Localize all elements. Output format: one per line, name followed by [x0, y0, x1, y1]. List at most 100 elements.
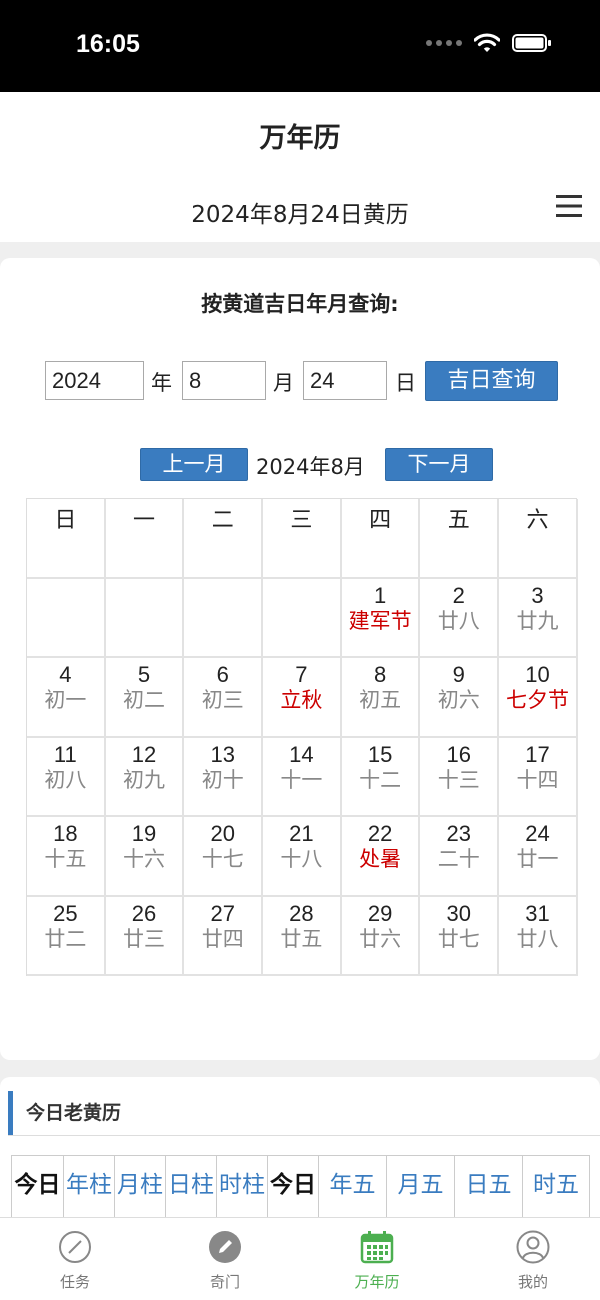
- day-cell[interactable]: 27 廿四: [184, 896, 264, 976]
- day-cell[interactable]: 8 初五: [341, 658, 421, 738]
- day-number: 17: [525, 741, 550, 767]
- section-title: 今日老黄历: [26, 1102, 122, 1124]
- lunar-date: 初三: [201, 688, 244, 712]
- weekday-header: 六: [499, 499, 578, 579]
- day-cell[interactable]: 31 廿八: [499, 896, 578, 976]
- day-cell[interactable]: 24 廿一: [499, 817, 578, 897]
- status-bar: 16:05: [0, 0, 600, 92]
- day-number: 6: [216, 662, 229, 687]
- lunar-date: 廿八: [516, 926, 559, 951]
- lunar-date: 廿一: [516, 847, 559, 871]
- day-cell[interactable]: 6 初三: [184, 658, 264, 738]
- day-cell[interactable]: 2 廿八: [420, 578, 500, 658]
- day-number: 3: [531, 582, 544, 608]
- day-cell[interactable]: 16 十三: [420, 737, 500, 817]
- lunar-date: 廿二: [44, 926, 87, 951]
- weekday-header: 五: [420, 499, 500, 579]
- day-cell[interactable]: 11 初八: [27, 737, 106, 817]
- month-label: 月: [273, 371, 294, 395]
- lunar-date: 二十: [437, 847, 480, 871]
- tab-profile[interactable]: 我的: [458, 1218, 600, 1300]
- compass-icon: [59, 1231, 91, 1263]
- year-label: 年: [151, 371, 172, 395]
- prev-month-button[interactable]: 上一月: [140, 448, 248, 481]
- pen-icon: [209, 1231, 241, 1263]
- day-number: 15: [367, 741, 393, 767]
- day-cell[interactable]: 3 廿九: [499, 578, 578, 658]
- day-cell[interactable]: 21 十八: [263, 817, 342, 897]
- day-number: 19: [131, 821, 157, 846]
- day-cell[interactable]: 26 廿三: [105, 896, 185, 976]
- empty-day-cell: [184, 578, 264, 658]
- lunar-date: 十三: [437, 767, 480, 792]
- status-time: 16:05: [76, 30, 140, 58]
- day-number: 1: [373, 582, 387, 608]
- day-cell[interactable]: 18 十五: [27, 817, 106, 897]
- next-month-button[interactable]: 下一月: [385, 448, 493, 481]
- day-cell[interactable]: 5 初二: [105, 658, 185, 738]
- day-cell[interactable]: 29 廿六: [341, 896, 421, 976]
- day-cell[interactable]: 12 初九: [105, 737, 185, 817]
- day-cell[interactable]: 17 十四: [499, 737, 578, 817]
- day-cell[interactable]: 15 十二: [341, 737, 421, 817]
- empty-day-cell: [263, 578, 342, 658]
- day-number: 20: [210, 821, 235, 846]
- lunar-date: 十六: [123, 847, 166, 871]
- lunar-date: 初六: [437, 688, 480, 712]
- day-input[interactable]: 24: [303, 361, 387, 400]
- day-number: 13: [210, 741, 235, 767]
- day-number: 5: [137, 662, 151, 687]
- day-number: 29: [367, 900, 393, 926]
- day-number: 14: [289, 741, 314, 767]
- lunar-date: 廿五: [280, 926, 323, 951]
- day-cell[interactable]: 28 廿五: [263, 896, 342, 976]
- day-cell[interactable]: 7 立秋: [263, 658, 342, 738]
- lunar-date: 初九: [123, 767, 166, 792]
- day-cell[interactable]: 23 二十: [420, 817, 500, 897]
- day-cell[interactable]: 10 七夕节: [499, 658, 578, 738]
- festival-label: 建军节: [348, 608, 412, 633]
- month-input[interactable]: 8: [182, 361, 266, 400]
- tab-calendar[interactable]: 万年历: [302, 1218, 452, 1300]
- wifi-icon: [474, 33, 500, 52]
- lunar-date: 廿七: [437, 926, 480, 951]
- weekday-header: 二: [184, 499, 264, 579]
- day-cell[interactable]: 22 处暑: [341, 817, 421, 897]
- day-cell[interactable]: 1 建军节: [341, 578, 421, 658]
- day-cell[interactable]: 4 初一: [27, 658, 106, 738]
- day-number: 26: [131, 900, 157, 926]
- tab-tasks[interactable]: 任务: [0, 1218, 150, 1300]
- menu-icon[interactable]: [556, 194, 582, 218]
- year-input[interactable]: 2024: [45, 361, 144, 400]
- search-auspicious-day-button[interactable]: 吉日查询: [425, 361, 558, 401]
- day-label: 日: [395, 371, 416, 395]
- day-number: 2: [452, 582, 465, 608]
- calendar-card: 按黄道吉日年月查询: 2024 年 8 月 24 日 吉日查询 上一月 2024…: [0, 258, 600, 1060]
- query-title: 按黄道吉日年月查询:: [201, 292, 399, 316]
- day-cell[interactable]: 19 十六: [105, 817, 185, 897]
- day-cell[interactable]: 20 十七: [184, 817, 264, 897]
- lunar-date: 十一: [280, 767, 323, 792]
- day-cell[interactable]: 30 廿七: [420, 896, 500, 976]
- day-number: 8: [373, 662, 387, 687]
- day-number: 18: [53, 821, 78, 846]
- day-number: 4: [59, 662, 72, 687]
- current-month-label: 2024年8月: [256, 455, 365, 479]
- tab-label: 任务: [59, 1273, 90, 1291]
- lunar-date: 十八: [280, 847, 323, 871]
- day-number: 22: [367, 821, 393, 846]
- tab-qimen[interactable]: 奇门: [150, 1218, 300, 1300]
- lunar-date: 十七: [201, 847, 244, 871]
- day-cell[interactable]: 13 初十: [184, 737, 264, 817]
- day-cell[interactable]: 9 初六: [420, 658, 500, 738]
- calendar-icon: [360, 1231, 394, 1264]
- day-number: 12: [131, 741, 157, 767]
- day-cell[interactable]: 14 十一: [263, 737, 342, 817]
- day-cell[interactable]: 25 廿二: [27, 896, 106, 976]
- festival-label: 立秋: [280, 688, 323, 712]
- day-number: 16: [446, 741, 472, 767]
- signal-icon: [426, 40, 462, 46]
- almanac-date-title: 2024年8月24日黄历: [191, 202, 409, 228]
- weekday-header: 三: [263, 499, 342, 579]
- day-number: 10: [525, 662, 550, 687]
